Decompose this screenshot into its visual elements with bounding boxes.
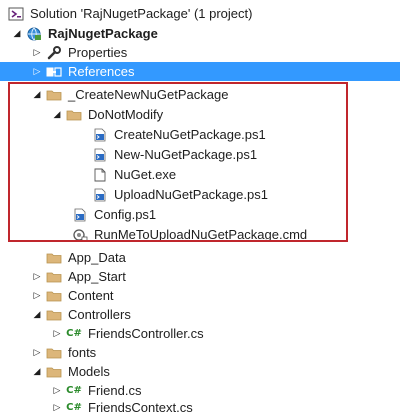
tree-item-run-cmd[interactable]: RunMeToUploadNuGetPackage.cmd bbox=[0, 225, 400, 244]
app-data-label: App_Data bbox=[68, 250, 126, 265]
expanded-arrow-icon[interactable]: ◢ bbox=[32, 89, 42, 101]
wrench-icon bbox=[46, 45, 62, 60]
tree-item-models[interactable]: ◢ Models bbox=[0, 362, 400, 381]
content-label: Content bbox=[68, 288, 114, 303]
folder-icon bbox=[46, 308, 62, 322]
csharp-file-icon: C# bbox=[66, 402, 82, 413]
csharp-file-icon: C# bbox=[66, 385, 82, 396]
tree-item-app-data[interactable]: App_Data bbox=[0, 248, 400, 267]
cmd-script-icon bbox=[72, 228, 88, 242]
tree-item-config-ps1[interactable]: Config.ps1 bbox=[0, 205, 400, 224]
powershell-script-icon bbox=[92, 148, 108, 162]
folder-icon bbox=[46, 365, 62, 379]
folder-icon bbox=[46, 270, 62, 284]
collapsed-arrow-icon[interactable]: ▷ bbox=[32, 271, 42, 283]
tree-item-content[interactable]: ▷ Content bbox=[0, 286, 400, 305]
tree-item-donotmodify[interactable]: ◢ DoNotModify bbox=[0, 105, 400, 124]
tree-item-solution[interactable]: Solution 'RajNugetPackage' (1 project) bbox=[0, 4, 400, 23]
collapsed-arrow-icon[interactable]: ▷ bbox=[52, 385, 62, 397]
friends-context-label: FriendsContext.cs bbox=[88, 400, 193, 415]
upload-ps1-label: UploadNuGetPackage.ps1 bbox=[114, 187, 268, 202]
collapsed-arrow-icon[interactable] bbox=[32, 252, 42, 264]
friends-controller-label: FriendsController.cs bbox=[88, 326, 204, 341]
collapsed-arrow-icon[interactable]: ▷ bbox=[32, 347, 42, 359]
file-icon bbox=[92, 168, 108, 182]
folder-icon bbox=[66, 108, 82, 122]
web-project-icon bbox=[26, 27, 42, 41]
folder-icon bbox=[46, 346, 62, 360]
tree-item-create-folder[interactable]: ◢ _CreateNewNuGetPackage bbox=[0, 85, 400, 104]
collapsed-arrow-icon[interactable]: ▷ bbox=[32, 47, 42, 59]
tree-item-references[interactable]: ▷ References bbox=[0, 62, 400, 81]
expanded-arrow-icon[interactable]: ◢ bbox=[12, 28, 22, 40]
create-folder-label: _CreateNewNuGetPackage bbox=[68, 87, 229, 102]
nuget-exe-label: NuGet.exe bbox=[114, 167, 177, 182]
powershell-script-icon bbox=[72, 208, 88, 222]
tree-item-friends-context[interactable]: ▷ C# FriendsContext.cs bbox=[0, 398, 400, 417]
new-ps1-label: New-NuGetPackage.ps1 bbox=[114, 147, 258, 162]
collapsed-arrow-icon[interactable]: ▷ bbox=[52, 328, 62, 340]
solution-label: Solution 'RajNugetPackage' (1 project) bbox=[30, 6, 253, 21]
tree-item-create-ps1[interactable]: CreateNuGetPackage.ps1 bbox=[0, 125, 400, 144]
solution-icon bbox=[8, 7, 24, 21]
tree-item-controllers[interactable]: ◢ Controllers bbox=[0, 305, 400, 324]
donotmodify-label: DoNotModify bbox=[88, 107, 164, 122]
tree-item-upload-ps1[interactable]: UploadNuGetPackage.ps1 bbox=[0, 185, 400, 204]
folder-icon bbox=[46, 251, 62, 265]
powershell-script-icon bbox=[92, 188, 108, 202]
tree-item-fonts[interactable]: ▷ fonts bbox=[0, 343, 400, 362]
app-start-label: App_Start bbox=[68, 269, 126, 284]
tree-item-nuget-exe[interactable]: NuGet.exe bbox=[0, 165, 400, 184]
tree-item-app-start[interactable]: ▷ App_Start bbox=[0, 267, 400, 286]
create-ps1-label: CreateNuGetPackage.ps1 bbox=[114, 127, 266, 142]
folder-icon bbox=[46, 289, 62, 303]
expanded-arrow-icon[interactable]: ◢ bbox=[52, 109, 62, 121]
models-label: Models bbox=[68, 364, 110, 379]
collapsed-arrow-icon[interactable]: ▷ bbox=[32, 66, 42, 78]
references-label: References bbox=[68, 64, 135, 79]
references-icon bbox=[46, 65, 62, 79]
csharp-file-icon: C# bbox=[66, 328, 82, 339]
controllers-label: Controllers bbox=[68, 307, 131, 322]
tree-item-new-ps1[interactable]: New-NuGetPackage.ps1 bbox=[0, 145, 400, 164]
collapsed-arrow-icon[interactable]: ▷ bbox=[52, 402, 62, 414]
tree-item-properties[interactable]: ▷ Properties bbox=[0, 43, 400, 62]
tree-item-project[interactable]: ◢ RajNugetPackage bbox=[0, 24, 400, 43]
tree-item-friends-controller[interactable]: ▷ C# FriendsController.cs bbox=[0, 324, 400, 343]
project-label: RajNugetPackage bbox=[48, 26, 158, 41]
folder-icon bbox=[46, 88, 62, 102]
fonts-label: fonts bbox=[68, 345, 97, 360]
collapsed-arrow-icon[interactable]: ▷ bbox=[32, 290, 42, 302]
config-ps1-label: Config.ps1 bbox=[94, 207, 157, 222]
expanded-arrow-icon[interactable]: ◢ bbox=[32, 309, 42, 321]
properties-label: Properties bbox=[68, 45, 128, 60]
run-cmd-label: RunMeToUploadNuGetPackage.cmd bbox=[94, 227, 308, 242]
expanded-arrow-icon[interactable]: ◢ bbox=[32, 366, 42, 378]
powershell-script-icon bbox=[92, 128, 108, 142]
solution-explorer-tree: Solution 'RajNugetPackage' (1 project) ◢… bbox=[0, 0, 400, 417]
